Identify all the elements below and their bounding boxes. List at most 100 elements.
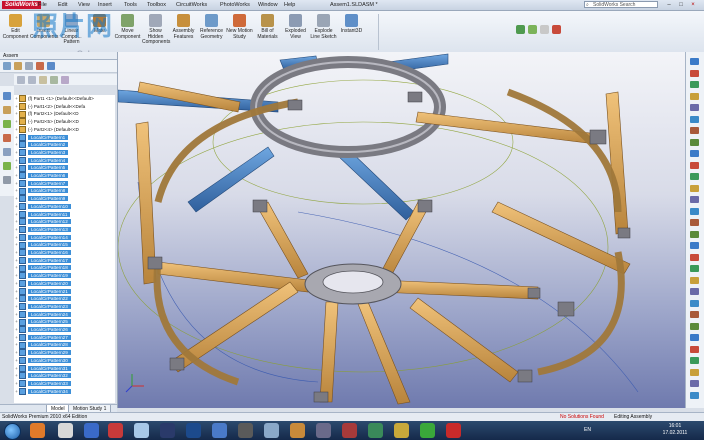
tree-row[interactable]: + LocalCirPattern23 [14,303,115,311]
tree-row[interactable]: + LocalCirPattern15 [14,241,115,249]
view-icon[interactable] [540,25,549,34]
tree-row[interactable]: + LocalCirPattern31 [14,364,115,373]
task-pane-tool-icon[interactable] [690,265,699,272]
tree-row[interactable]: + LocalCirPattern28 [14,341,115,349]
task-pane-tool-icon[interactable] [690,150,699,157]
check-icon[interactable] [3,162,11,170]
tree-row[interactable]: + (-) Part2<5> (Default<<D [14,118,115,126]
task-pane-tool-icon[interactable] [690,138,699,146]
app12-icon[interactable] [394,423,409,438]
app5-icon[interactable] [212,423,227,438]
tree-row[interactable]: + (-) Part1<2> (Default<<Defa [14,102,115,111]
display-manager-icon[interactable] [47,62,55,70]
task-pane-tool-icon[interactable] [690,207,699,215]
tree-row[interactable]: + LocalCirPattern29 [14,349,115,357]
property-manager-icon[interactable] [14,62,22,70]
menu-item[interactable]: Window [258,1,278,9]
task-pane-tool-icon[interactable] [690,196,699,203]
tree-row[interactable]: + LocalCirPattern21 [14,287,115,296]
task-pane-tool-icon[interactable] [690,127,699,134]
configuration-icon[interactable] [25,62,33,70]
pin-icon[interactable] [3,92,11,100]
origin-icon[interactable] [3,106,11,114]
sensors-icon[interactable] [61,76,69,84]
task-pane-tool-icon[interactable] [690,391,699,399]
menu-item[interactable]: Insert [98,1,112,9]
options-icon[interactable] [528,25,537,34]
task-pane-tool-icon[interactable] [690,345,699,353]
ribbon-button[interactable]: Assembly Features [170,13,197,51]
tree-row[interactable]: + LocalCirPattern11 [14,210,115,219]
app3-icon[interactable] [160,423,175,438]
app7-icon[interactable] [264,423,279,438]
app6-icon[interactable] [238,423,253,438]
menu-item[interactable]: Toolbox [147,1,166,9]
tree-row[interactable]: + LocalCirPattern14 [14,233,115,242]
tree-row[interactable]: + LocalCirPattern6 [14,172,115,180]
collapse-icon[interactable] [39,76,47,84]
ribbon-button[interactable]: Instant3D [338,13,365,51]
app11-icon[interactable] [368,423,383,438]
tree-row[interactable]: + LocalCirPattern5 [14,164,115,172]
feature-tree[interactable]: + (f) Part1 <1> (Default<<Default> + (-) Pa… [14,95,115,403]
close-button[interactable]: × [688,1,698,9]
menu-item[interactable]: Edit [58,1,67,9]
tree-row[interactable]: + LocalCirPattern22 [14,295,115,303]
ribbon-button[interactable]: Move Component [114,13,141,51]
menu-item[interactable]: PhotoWorks [220,1,250,9]
tree-row[interactable]: + LocalCirPattern32 [14,372,115,380]
tree-row[interactable]: + LocalCirPattern26 [14,326,115,334]
tree-row[interactable]: + LocalCirPattern12 [14,218,115,226]
ribbon-button[interactable]: Show Hidden Components [142,13,170,51]
tree-row[interactable]: + LocalCirPattern13 [14,226,115,234]
start-button[interactable] [4,423,21,440]
language-indicator[interactable]: EN [584,426,591,434]
task-pane-tool-icon[interactable] [690,288,699,295]
task-pane-tool-icon[interactable] [690,104,699,111]
task-pane-tool-icon[interactable] [690,380,699,387]
tree-row[interactable]: + LocalCirPattern18 [14,264,115,272]
menu-item[interactable]: Tools [124,1,137,9]
tree-row[interactable]: + LocalCirPattern19 [14,272,115,280]
task-pane-tool-icon[interactable] [690,311,699,318]
tree-row[interactable]: + LocalCirPattern3 [14,149,115,157]
app8-icon[interactable] [290,423,305,438]
tree-row[interactable]: + LocalCirPattern30 [14,357,115,365]
ribbon-button[interactable]: Reference Geometry [198,13,225,51]
command-tab-assembly[interactable]: Assem [0,52,117,60]
ie-icon[interactable] [134,423,149,438]
task-pane-tool-icon[interactable] [690,219,699,226]
tree-row[interactable]: + LocalCirPattern33 [14,380,115,388]
tree-row[interactable]: + LocalCirPattern27 [14,333,115,342]
task-pane-tool-icon[interactable] [690,322,699,330]
ribbon-button[interactable]: Explode Line Sketch [310,13,337,51]
graphics-viewport[interactable] [117,52,686,408]
stop-icon[interactable] [552,25,561,34]
mates-icon[interactable] [3,120,11,128]
task-pane-tool-icon[interactable] [690,230,699,238]
tree-row[interactable]: + LocalCirPattern7 [14,179,115,188]
history-icon[interactable] [50,76,58,84]
ribbon-button[interactable]: Bill of Materials [254,13,281,51]
ribbon-button[interactable]: Edit Component [2,13,29,51]
app-icon[interactable] [58,423,73,438]
task-pane-tool-icon[interactable] [690,242,699,249]
tree-row[interactable]: + LocalCirPattern17 [14,256,115,265]
task-pane-tool-icon[interactable] [690,334,699,341]
solidworks-taskbar-icon[interactable] [446,423,461,438]
minimize-button[interactable]: – [664,1,674,9]
explorer-icon[interactable] [84,423,99,438]
app10-icon[interactable] [342,423,357,438]
task-pane-tool-icon[interactable] [690,357,699,364]
task-pane-tool-icon[interactable] [690,69,699,77]
task-pane-tool-icon[interactable] [690,184,699,192]
task-pane-tool-icon[interactable] [690,253,699,261]
task-pane-tool-icon[interactable] [690,276,699,284]
menu-item[interactable]: Help [284,1,295,9]
ribbon-button[interactable]: New Motion Study [226,13,253,51]
filter-icon[interactable] [17,76,25,84]
photoshop-icon[interactable] [186,423,201,438]
tree-row[interactable]: + LocalCirPattern24 [14,310,115,319]
solidworks-logo[interactable]: SolidWorks [2,1,41,9]
tree-row[interactable]: + (f) Part1 <1> (Default<<Default> [14,95,115,103]
